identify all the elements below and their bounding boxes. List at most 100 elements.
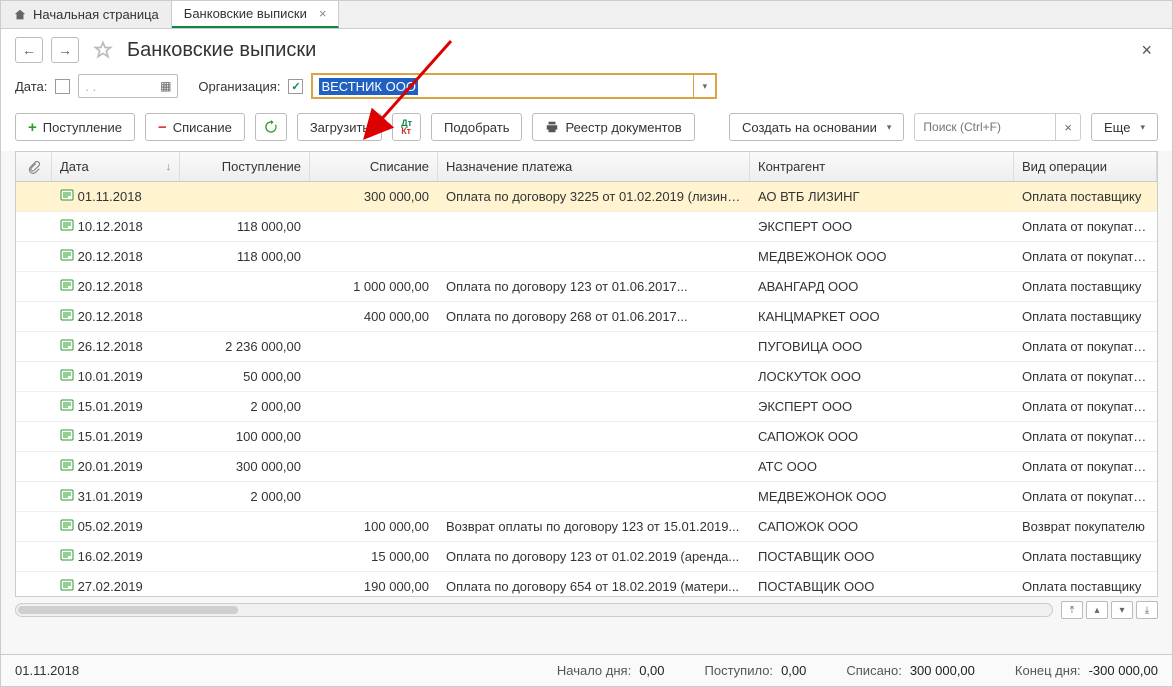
date-filter-input[interactable]: . . ▦ <box>78 74 178 98</box>
tab-bar: Начальная страница Банковские выписки × <box>1 1 1172 29</box>
document-icon <box>60 189 74 201</box>
cell-expense: 300 000,00 <box>310 189 438 204</box>
col-income[interactable]: Поступление <box>180 152 310 181</box>
registry-button[interactable]: Реестр документов <box>532 113 694 141</box>
table-row[interactable]: 15.01.2019100 000,00САПОЖОК ООООплата от… <box>16 422 1157 452</box>
cell-date: 01.11.2018 <box>52 189 180 204</box>
document-icon <box>60 399 74 411</box>
col-expense[interactable]: Списание <box>310 152 438 181</box>
cell-income: 100 000,00 <box>180 429 310 444</box>
col-attachment[interactable] <box>16 152 52 181</box>
status-in-value: 0,00 <box>781 663 806 678</box>
tab-close-icon[interactable]: × <box>319 6 327 21</box>
table-row[interactable]: 26.12.20182 236 000,00ПУГОВИЦА ООООплата… <box>16 332 1157 362</box>
col-party[interactable]: Контрагент <box>750 152 1014 181</box>
page-last-button[interactable]: ⤓ <box>1136 601 1158 619</box>
cell-date: 20.12.2018 <box>52 309 180 324</box>
paperclip-icon <box>27 160 41 174</box>
search-clear-button[interactable]: × <box>1055 114 1080 140</box>
dtkt-icon: ДтКт <box>401 119 412 135</box>
nav-back-button[interactable]: ← <box>15 37 43 63</box>
calendar-icon[interactable]: ▦ <box>160 79 171 93</box>
horizontal-scrollbar[interactable] <box>15 603 1053 617</box>
cell-income: 50 000,00 <box>180 369 310 384</box>
create-from-button[interactable]: Создать на основании▾ <box>729 113 904 141</box>
cell-purpose: Оплата по договору 3225 от 01.02.2019 (л… <box>438 189 750 204</box>
table-row[interactable]: 16.02.201915 000,00Оплата по договору 12… <box>16 542 1157 572</box>
table-footer-controls: ⤒ ▴ ▾ ⤓ <box>1 597 1172 625</box>
status-end-label: Конец дня: <box>1015 663 1081 678</box>
table-row[interactable]: 31.01.20192 000,00МЕДВЕЖОНОК ООООплата о… <box>16 482 1157 512</box>
cell-type: Оплата поставщику <box>1014 279 1157 294</box>
cell-party: АВАНГАРД ООО <box>750 279 1014 294</box>
org-filter-checkbox[interactable] <box>288 79 303 94</box>
page-title: Банковские выписки <box>127 39 316 62</box>
close-page-button[interactable]: × <box>1135 40 1158 61</box>
dtkt-button[interactable]: ДтКт <box>392 113 421 141</box>
table-row[interactable]: 05.02.2019100 000,00Возврат оплаты по до… <box>16 512 1157 542</box>
refresh-button[interactable] <box>255 113 287 141</box>
table-row[interactable]: 27.02.2019190 000,00Оплата по договору 6… <box>16 572 1157 596</box>
org-filter-field[interactable]: ВЕСТНИК ООО ▾ <box>311 73 717 99</box>
printer-icon <box>545 120 559 134</box>
cell-expense: 100 000,00 <box>310 519 438 534</box>
org-dropdown-button[interactable]: ▾ <box>693 75 715 97</box>
cell-party: АТС ООО <box>750 459 1014 474</box>
cell-date: 26.12.2018 <box>52 339 180 354</box>
expense-button[interactable]: −Списание <box>145 113 245 141</box>
search-input[interactable] <box>915 120 1055 134</box>
page-header: ← → Банковские выписки × <box>1 29 1172 67</box>
page-up-button[interactable]: ▴ <box>1086 601 1108 619</box>
cell-party: ПУГОВИЦА ООО <box>750 339 1014 354</box>
cell-type: Оплата поставщику <box>1014 579 1157 594</box>
col-purpose[interactable]: Назначение платежа <box>438 152 750 181</box>
filter-bar: Дата: . . ▦ Организация: ВЕСТНИК ООО ▾ <box>1 67 1172 109</box>
cell-type: Оплата от покупателя <box>1014 249 1157 264</box>
scrollbar-thumb[interactable] <box>18 606 238 614</box>
cell-purpose: Оплата по договору 123 от 01.06.2017... <box>438 279 750 294</box>
table-row[interactable]: 01.11.2018 300 000,00Оплата по договору 3… <box>16 182 1157 212</box>
cell-type: Оплата от покупателя <box>1014 339 1157 354</box>
income-button[interactable]: +Поступление <box>15 113 135 141</box>
table-row[interactable]: 10.01.201950 000,00ЛОСКУТОК ООООплата от… <box>16 362 1157 392</box>
status-out-label: Списано: <box>846 663 901 678</box>
nav-forward-button[interactable]: → <box>51 37 79 63</box>
cell-party: МЕДВЕЖОНОК ООО <box>750 249 1014 264</box>
cell-purpose: Оплата по договору 123 от 01.02.2019 (ар… <box>438 549 750 564</box>
cell-expense: 1 000 000,00 <box>310 279 438 294</box>
cell-type: Оплата поставщику <box>1014 549 1157 564</box>
table-row[interactable]: 20.12.20181 000 000,00Оплата по договору… <box>16 272 1157 302</box>
date-filter-value: . . <box>85 79 96 94</box>
table-row[interactable]: 15.01.20192 000,00ЭКСПЕРТ ООООплата от п… <box>16 392 1157 422</box>
document-icon <box>60 579 74 591</box>
page-down-button[interactable]: ▾ <box>1111 601 1133 619</box>
table-row[interactable]: 10.12.2018118 000,00ЭКСПЕРТ ООООплата от… <box>16 212 1157 242</box>
table-row[interactable]: 20.12.2018118 000,00МЕДВЕЖОНОК ООООплата… <box>16 242 1157 272</box>
col-type[interactable]: Вид операции <box>1014 152 1157 181</box>
cell-date: 10.12.2018 <box>52 219 180 234</box>
col-date[interactable]: Дата <box>52 152 180 181</box>
document-icon <box>60 219 74 231</box>
status-bar: 01.11.2018 Начало дня:0,00 Поступило:0,0… <box>1 654 1172 686</box>
org-filter-input[interactable]: ВЕСТНИК ООО <box>313 75 693 97</box>
date-filter-checkbox[interactable] <box>55 79 70 94</box>
document-icon <box>60 249 74 261</box>
table-row[interactable]: 20.12.2018400 000,00Оплата по договору 2… <box>16 302 1157 332</box>
tab-home[interactable]: Начальная страница <box>1 1 172 28</box>
table-row[interactable]: 20.01.2019300 000,00АТС ООООплата от пок… <box>16 452 1157 482</box>
favorite-star-icon[interactable] <box>93 40 113 60</box>
search-box[interactable]: × <box>914 113 1081 141</box>
cell-party: АО ВТБ ЛИЗИНГ <box>750 189 1014 204</box>
org-filter-value: ВЕСТНИК ООО <box>319 78 418 95</box>
cell-party: МЕДВЕЖОНОК ООО <box>750 489 1014 504</box>
document-icon <box>60 549 74 561</box>
tab-bank-statements[interactable]: Банковские выписки × <box>172 1 340 28</box>
date-filter-label: Дата: <box>15 79 47 94</box>
document-icon <box>60 519 74 531</box>
page-first-button[interactable]: ⤒ <box>1061 601 1083 619</box>
cell-party: КАНЦМАРКЕТ ООО <box>750 309 1014 324</box>
load-button[interactable]: Загрузить <box>297 113 382 141</box>
cell-purpose: Возврат оплаты по договору 123 от 15.01.… <box>438 519 750 534</box>
pick-button[interactable]: Подобрать <box>431 113 522 141</box>
more-button[interactable]: Еще▾ <box>1091 113 1158 141</box>
